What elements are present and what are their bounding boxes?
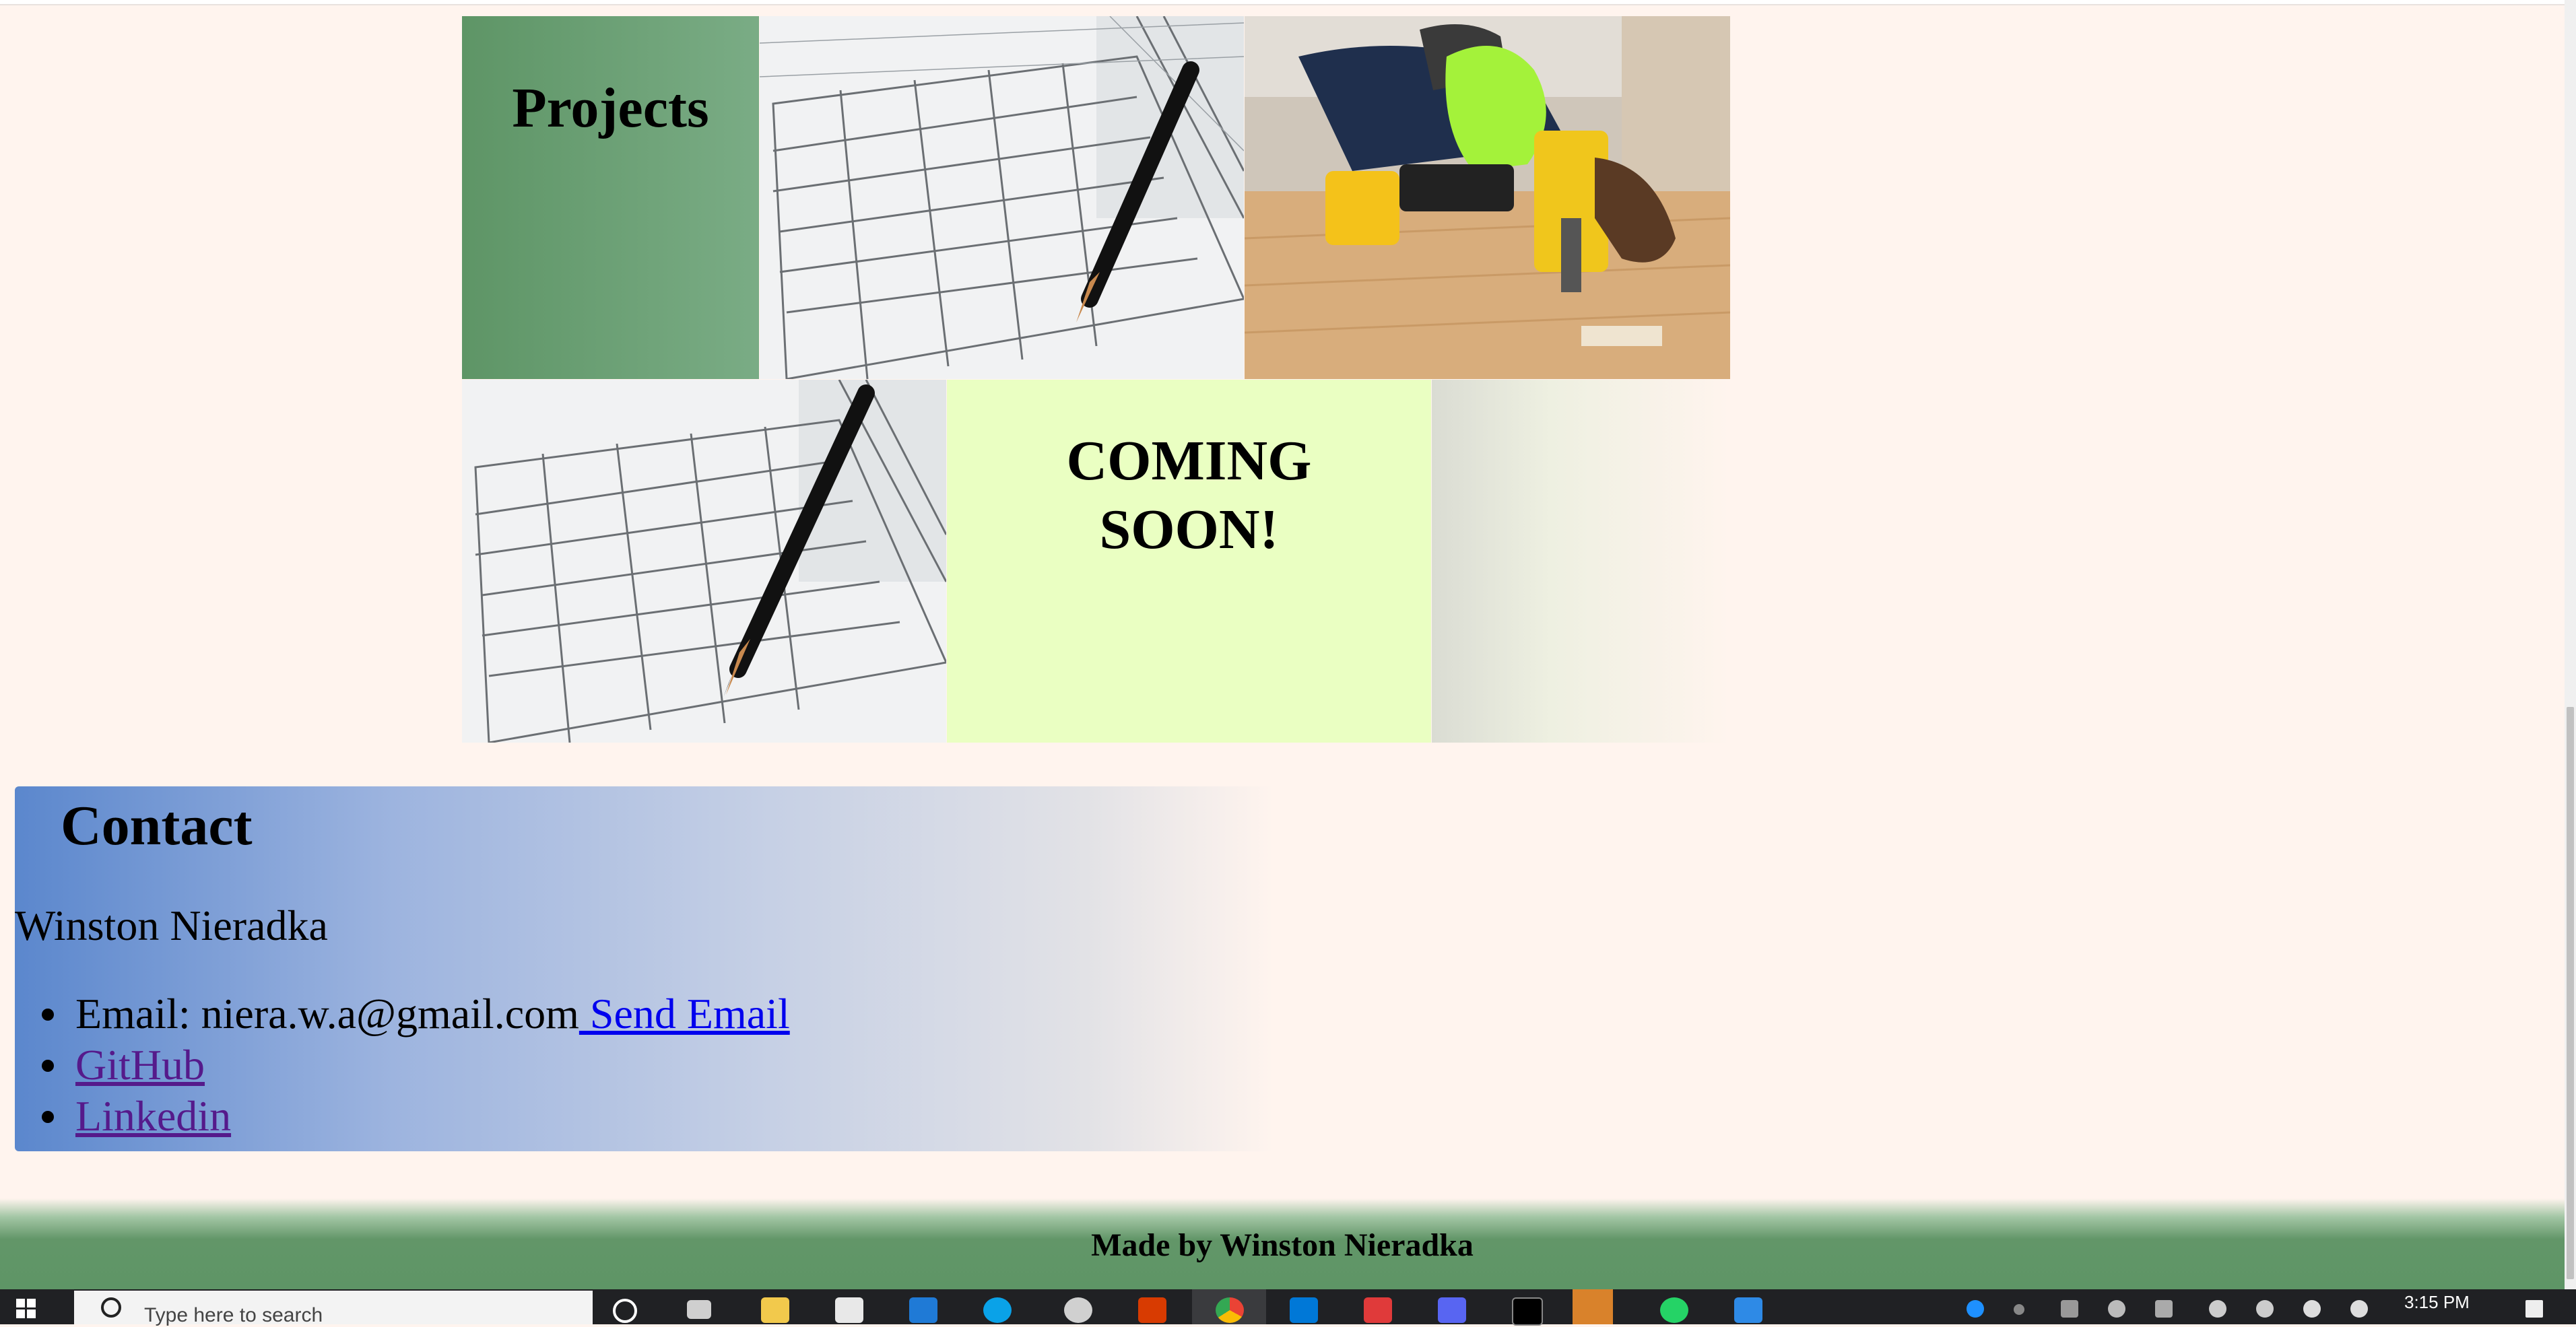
vertical-scrollbar[interactable] bbox=[2565, 0, 2576, 1289]
projects-heading-tile: Projects bbox=[462, 16, 759, 379]
coming-soon-label: COMING SOON! bbox=[1066, 430, 1312, 561]
linkedin-link[interactable]: Linkedin bbox=[75, 1092, 231, 1140]
office-icon[interactable] bbox=[1138, 1297, 1166, 1323]
footer-text: Made by Winston Nieradka bbox=[1091, 1227, 1474, 1263]
coming-soon-tile: COMING SOON! bbox=[947, 380, 1431, 743]
github-link[interactable]: GitHub bbox=[75, 1041, 205, 1089]
tray-app-icon[interactable] bbox=[2061, 1300, 2078, 1318]
photos-icon[interactable] bbox=[1734, 1297, 1762, 1323]
bullet-icon bbox=[42, 1060, 54, 1072]
terminal-icon[interactable] bbox=[1512, 1297, 1543, 1326]
bullet-icon bbox=[42, 1009, 54, 1021]
app-icon[interactable] bbox=[1064, 1297, 1092, 1323]
search-placeholder: Type here to search bbox=[144, 1304, 323, 1326]
taskbar-search-input[interactable]: Type here to search bbox=[74, 1291, 593, 1326]
task-view-icon[interactable] bbox=[687, 1300, 711, 1319]
contact-item-github: GitHub bbox=[42, 1040, 790, 1091]
windows-taskbar: Type here to search 3:15 PM bbox=[0, 1289, 2576, 1326]
windows-start-icon[interactable] bbox=[16, 1299, 36, 1319]
email-address: Email: niera.w.a@gmail.com bbox=[75, 990, 579, 1037]
project-image-blueprint-2[interactable] bbox=[462, 380, 946, 743]
projects-heading: Projects bbox=[512, 77, 709, 139]
discord-icon[interactable] bbox=[1438, 1297, 1466, 1323]
project-image-drill[interactable] bbox=[1245, 16, 1730, 379]
cortana-icon[interactable] bbox=[613, 1299, 637, 1323]
taskbar-clock[interactable]: 3:15 PM bbox=[2404, 1292, 2470, 1313]
bullet-icon bbox=[42, 1111, 54, 1123]
contact-section: Contact Winston Nieradka Email: niera.w.… bbox=[15, 786, 1274, 1151]
slack-icon[interactable] bbox=[1573, 1289, 1613, 1324]
dropbox-icon[interactable] bbox=[2108, 1300, 2125, 1318]
tray-app-2-icon[interactable] bbox=[2303, 1300, 2321, 1318]
whatsapp-icon[interactable] bbox=[1660, 1297, 1688, 1323]
contact-heading: Contact bbox=[61, 794, 253, 857]
chrome-icon[interactable] bbox=[1216, 1297, 1244, 1323]
pen-icon[interactable] bbox=[2350, 1300, 2368, 1318]
contact-item-email: Email: niera.w.a@gmail.com Send Email bbox=[42, 988, 790, 1040]
empty-project-tile bbox=[1432, 380, 1730, 743]
notification-icon[interactable] bbox=[2525, 1300, 2543, 1318]
wifi-icon[interactable] bbox=[2209, 1300, 2226, 1318]
volume-icon[interactable] bbox=[2256, 1300, 2274, 1318]
chevron-up-icon[interactable] bbox=[2014, 1304, 2024, 1315]
app-red-icon[interactable] bbox=[1364, 1297, 1392, 1323]
contact-item-linkedin: Linkedin bbox=[42, 1091, 790, 1142]
mail-icon[interactable] bbox=[909, 1297, 937, 1323]
project-image-blueprint[interactable] bbox=[760, 16, 1244, 379]
tray-device-icon[interactable] bbox=[2155, 1300, 2173, 1318]
help-icon[interactable] bbox=[1967, 1300, 1984, 1318]
search-icon bbox=[101, 1297, 121, 1318]
contact-list: Email: niera.w.a@gmail.com Send Email Gi… bbox=[42, 988, 790, 1142]
send-email-link[interactable]: Send Email bbox=[579, 990, 790, 1037]
cortana-app-icon[interactable] bbox=[983, 1297, 1012, 1323]
store-icon[interactable] bbox=[835, 1297, 863, 1323]
contact-name: Winston Nieradka bbox=[15, 901, 328, 949]
vscode-icon[interactable] bbox=[1290, 1297, 1318, 1323]
page-top-edge bbox=[0, 0, 2565, 5]
scrollbar-thumb[interactable] bbox=[2567, 707, 2574, 1279]
page-footer: Made by Winston Nieradka bbox=[0, 1198, 2565, 1289]
file-explorer-icon[interactable] bbox=[761, 1297, 789, 1323]
